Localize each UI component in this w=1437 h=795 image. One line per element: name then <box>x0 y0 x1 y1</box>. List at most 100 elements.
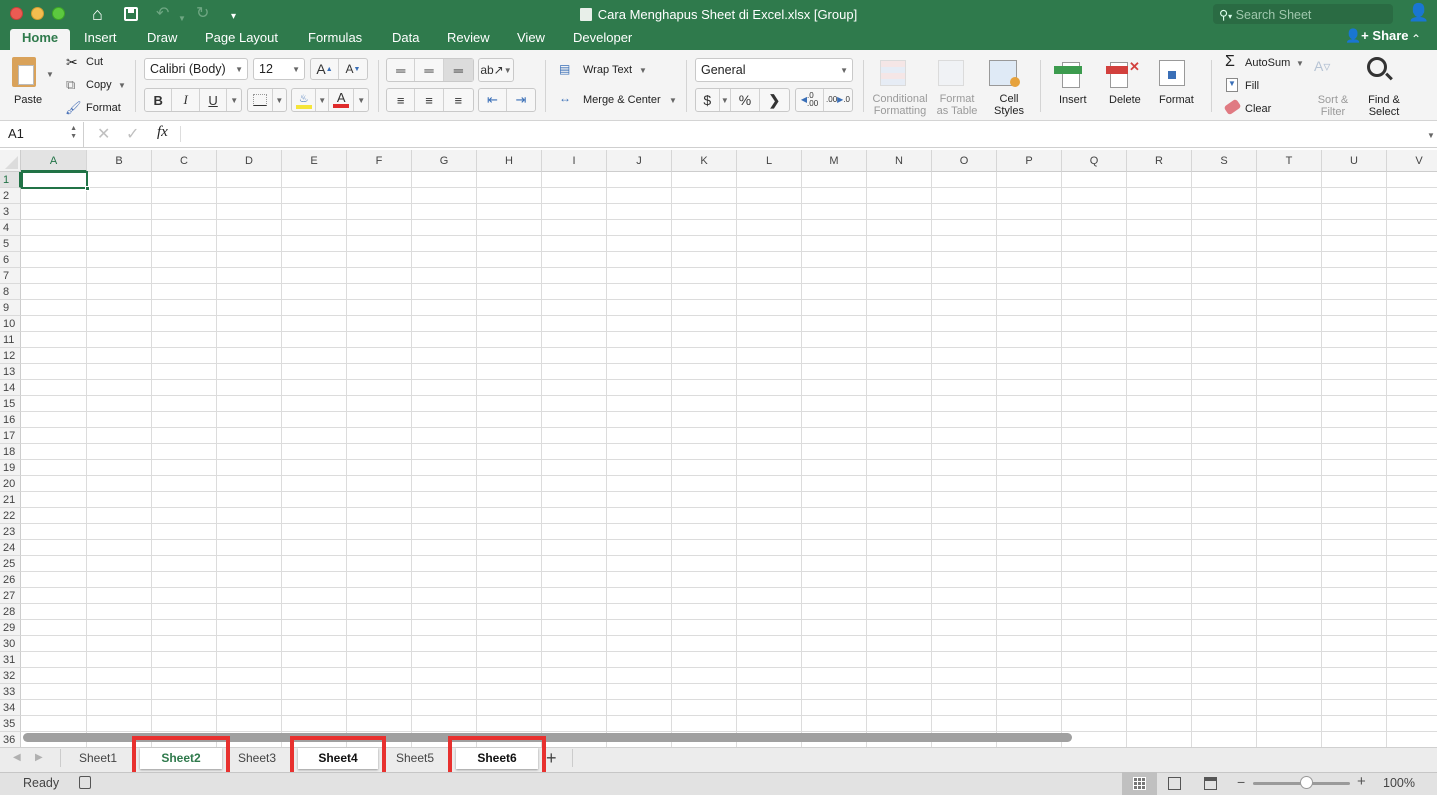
copy-icon[interactable]: ⧉ <box>66 77 75 93</box>
row-header-4[interactable]: 4 <box>0 220 21 236</box>
fill-icon[interactable]: ▼ <box>1226 78 1238 92</box>
find-select-button[interactable]: Find & Select <box>1366 94 1402 118</box>
format-as-table-icon[interactable] <box>938 60 964 86</box>
row-header-3[interactable]: 3 <box>0 204 21 220</box>
row-header-12[interactable]: 12 <box>0 348 21 364</box>
row-header-18[interactable]: 18 <box>0 444 21 460</box>
row-header-17[interactable]: 17 <box>0 428 21 444</box>
sheet-tab-sheet5[interactable]: Sheet5 <box>381 748 449 769</box>
merge-center-icon[interactable]: ↔ <box>559 91 571 105</box>
spreadsheet-grid[interactable]: A B C D E F G H I J K L M N O P Q R S T U V 1 2 3 4 5 6 7 8 9 10 11 12 13 1… <box>0 150 1437 747</box>
tab-home[interactable]: Home <box>10 29 71 50</box>
column-header-v[interactable]: V <box>1387 150 1437 172</box>
insert-function-button[interactable]: fx <box>157 124 168 141</box>
tab-view[interactable]: View <box>517 29 545 50</box>
delete-cells-button[interactable]: Delete <box>1109 94 1141 106</box>
zoom-slider-handle[interactable] <box>1299 776 1313 789</box>
comma-style-button[interactable]: ❯ <box>760 89 789 111</box>
column-header-b[interactable]: B <box>87 150 152 172</box>
row-header-28[interactable]: 28 <box>0 604 21 620</box>
align-top-button[interactable]: ═ <box>387 59 416 81</box>
tab-formulas[interactable]: Formulas <box>308 29 362 50</box>
percent-button[interactable]: % <box>731 89 760 111</box>
row-header-20[interactable]: 20 <box>0 476 21 492</box>
row-header-31[interactable]: 31 <box>0 652 21 668</box>
row-header-7[interactable]: 7 <box>0 268 21 284</box>
row-header-22[interactable]: 22 <box>0 508 21 524</box>
cut-icon[interactable]: ✂ <box>66 54 78 71</box>
zoom-in-button[interactable]: + <box>1357 773 1366 790</box>
merge-center-dropdown-icon[interactable]: ▼ <box>669 96 677 105</box>
copy-dropdown-icon[interactable]: ▼ <box>118 81 126 90</box>
column-header-t[interactable]: T <box>1257 150 1322 172</box>
column-header-m[interactable]: M <box>802 150 867 172</box>
sheet-tab-sheet3[interactable]: Sheet3 <box>221 748 293 769</box>
row-header-16[interactable]: 16 <box>0 412 21 428</box>
column-header-s[interactable]: S <box>1192 150 1257 172</box>
row-header-5[interactable]: 5 <box>0 236 21 252</box>
tab-developer[interactable]: Developer <box>573 29 632 50</box>
row-header-21[interactable]: 21 <box>0 492 21 508</box>
row-header-32[interactable]: 32 <box>0 668 21 684</box>
column-header-o[interactable]: O <box>932 150 997 172</box>
column-header-u[interactable]: U <box>1322 150 1387 172</box>
sort-filter-button[interactable]: Sort & Filter <box>1315 94 1351 118</box>
cancel-entry-icon[interactable]: ✕ <box>97 124 110 144</box>
delete-cells-icon[interactable]: ✕ <box>1106 59 1140 88</box>
column-header-p[interactable]: P <box>997 150 1062 172</box>
format-painter-icon[interactable]: 🖌 <box>65 100 82 116</box>
row-header-8[interactable]: 8 <box>0 284 21 300</box>
scroll-tabs-right-icon[interactable]: ▶ <box>35 752 43 763</box>
row-header-9[interactable]: 9 <box>0 300 21 316</box>
underline-button[interactable]: U <box>200 89 228 111</box>
column-header-i[interactable]: I <box>542 150 607 172</box>
column-header-f[interactable]: F <box>347 150 412 172</box>
zoom-out-button[interactable]: − <box>1237 774 1245 790</box>
fill-color-dropdown-icon[interactable]: ▼ <box>316 89 330 111</box>
zoom-level[interactable]: 100% <box>1383 776 1415 790</box>
tab-page-layout[interactable]: Page Layout <box>205 29 278 50</box>
column-header-c[interactable]: C <box>152 150 217 172</box>
autosum-icon[interactable]: Σ <box>1225 53 1235 71</box>
column-header-d[interactable]: D <box>217 150 282 172</box>
font-name-select[interactable]: Calibri (Body) ▼ <box>144 58 248 80</box>
row-header-36[interactable]: 36 <box>0 732 21 747</box>
page-break-view-icon[interactable] <box>1204 777 1217 790</box>
borders-dropdown-icon[interactable]: ▼ <box>273 89 286 111</box>
share-button[interactable]: 👤+ Share <box>1345 28 1409 44</box>
row-header-26[interactable]: 26 <box>0 572 21 588</box>
tab-insert[interactable]: Insert <box>84 29 117 50</box>
column-header-l[interactable]: L <box>737 150 802 172</box>
scroll-tabs-left-icon[interactable]: ◀ <box>13 752 21 763</box>
column-header-q[interactable]: Q <box>1062 150 1127 172</box>
selected-cell-a1[interactable] <box>21 171 90 191</box>
row-header-14[interactable]: 14 <box>0 380 21 396</box>
row-header-33[interactable]: 33 <box>0 684 21 700</box>
row-header-29[interactable]: 29 <box>0 620 21 636</box>
row-header-34[interactable]: 34 <box>0 700 21 716</box>
clear-button[interactable]: Clear <box>1245 103 1271 115</box>
column-header-a[interactable]: A <box>21 150 87 172</box>
cut-button[interactable]: Cut <box>86 56 103 68</box>
underline-dropdown-icon[interactable]: ▼ <box>227 89 241 111</box>
font-size-select[interactable]: 12 ▼ <box>253 58 305 80</box>
autosum-button[interactable]: AutoSum <box>1245 57 1290 69</box>
format-cells-button[interactable]: Format <box>1159 94 1194 106</box>
wrap-text-dropdown-icon[interactable]: ▼ <box>639 66 647 75</box>
fill-color-button[interactable]: ♨ <box>292 89 317 111</box>
column-header-e[interactable]: E <box>282 150 347 172</box>
column-header-k[interactable]: K <box>672 150 737 172</box>
increase-decimal-button[interactable]: ◀ .0.00 <box>796 89 825 111</box>
page-layout-view-icon[interactable] <box>1168 777 1181 790</box>
cell-styles-button[interactable]: Cell Styles <box>989 93 1029 117</box>
paste-icon[interactable] <box>12 57 36 87</box>
conditional-formatting-icon[interactable] <box>880 60 906 86</box>
row-header-6[interactable]: 6 <box>0 252 21 268</box>
sort-filter-icon[interactable]: A▿ <box>1314 58 1330 75</box>
normal-view-button[interactable] <box>1122 772 1157 795</box>
column-header-h[interactable]: H <box>477 150 542 172</box>
row-header-35[interactable]: 35 <box>0 716 21 732</box>
fill-button[interactable]: Fill <box>1245 80 1259 92</box>
paste-label[interactable]: Paste <box>14 94 42 106</box>
column-header-n[interactable]: N <box>867 150 932 172</box>
